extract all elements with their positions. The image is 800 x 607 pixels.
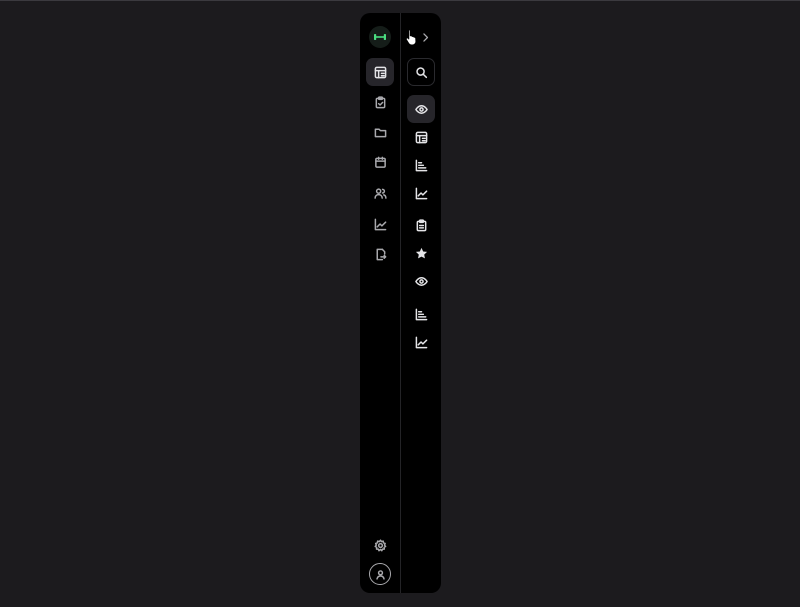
sub-item-overview[interactable]	[407, 95, 435, 123]
calendar-grid-icon	[415, 131, 427, 143]
sub-item-growth[interactable]	[407, 328, 435, 356]
primary-nav	[360, 13, 400, 593]
calendar-grid-icon	[374, 66, 386, 78]
file-export-icon	[376, 248, 386, 260]
sub-item-stats[interactable]	[407, 151, 435, 179]
line-chart-icon	[415, 336, 427, 348]
users-icon	[373, 187, 387, 199]
settings-button[interactable]	[366, 531, 394, 559]
folder-icon	[374, 128, 386, 137]
eye-icon	[414, 104, 428, 114]
sub-item-ranking[interactable]	[407, 300, 435, 328]
eye-icon	[414, 276, 428, 286]
chevron-right-icon	[422, 32, 428, 42]
line-chart-icon	[374, 218, 386, 230]
sub-item-watch[interactable]	[407, 267, 435, 295]
clipboard-check-icon	[375, 95, 385, 108]
app-logo[interactable]	[369, 26, 391, 48]
sub-item-favorites[interactable]	[407, 239, 435, 267]
sidebar-item-dashboard[interactable]	[366, 58, 394, 86]
search-icon	[415, 66, 427, 78]
gear-icon	[373, 538, 386, 551]
clipboard-icon	[416, 218, 426, 231]
search-button[interactable]	[407, 58, 435, 86]
sidebar-item-people[interactable]	[366, 179, 394, 207]
window-top-border	[0, 0, 800, 1]
bar-chart-horizontal-icon	[415, 159, 427, 171]
hand-cursor-icon	[405, 29, 417, 46]
calendar-icon	[374, 156, 386, 168]
sidebar-item-calendar[interactable]	[366, 148, 394, 176]
sub-item-trends[interactable]	[407, 179, 435, 207]
sub-item-schedule[interactable]	[407, 123, 435, 151]
sidebar-panel	[360, 13, 441, 593]
sidebar-item-analytics[interactable]	[366, 210, 394, 238]
user-circle-icon	[375, 569, 385, 580]
sidebar-item-tasks[interactable]	[366, 88, 394, 116]
secondary-nav	[401, 13, 441, 593]
line-chart-icon	[415, 187, 427, 199]
sidebar-item-files[interactable]	[366, 118, 394, 146]
sub-item-reports[interactable]	[407, 211, 435, 239]
dumbbell-icon	[374, 34, 386, 40]
sidebar-item-export[interactable]	[366, 240, 394, 268]
user-avatar[interactable]	[369, 563, 391, 585]
star-icon	[415, 247, 427, 258]
bar-chart-horizontal-icon	[415, 308, 427, 320]
